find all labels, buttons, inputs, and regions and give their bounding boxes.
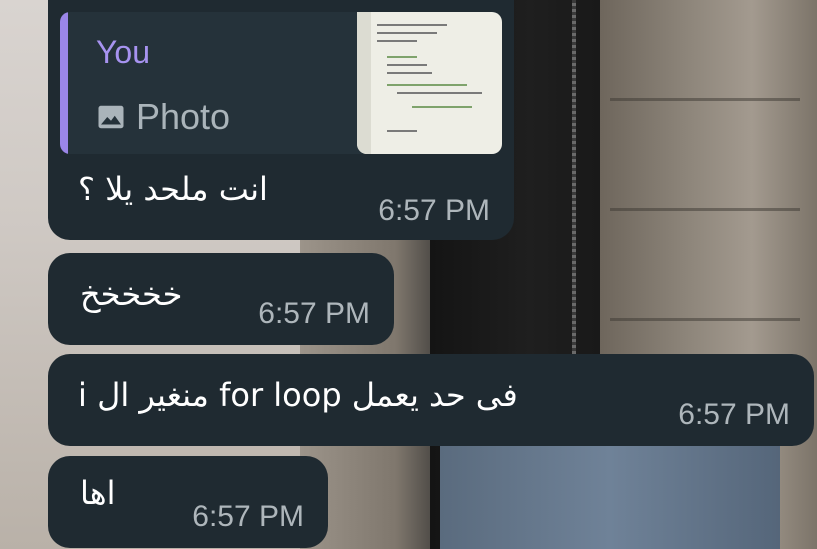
reply-media-type: Photo: [96, 96, 230, 138]
message-text: خخخخخ: [80, 275, 183, 313]
reply-type-label: Photo: [136, 96, 231, 137]
photo-icon: [98, 105, 124, 129]
message-time: 6:57 PM: [678, 398, 790, 431]
message-text: فى حد يعمل for loop منغير ال i: [78, 376, 518, 414]
message-time: 6:57 PM: [378, 194, 490, 227]
reply-quote[interactable]: You Photo: [60, 12, 502, 154]
message-bubble[interactable]: اها 6:57 PM: [48, 456, 328, 548]
message-time: 6:57 PM: [192, 500, 304, 533]
message-time: 6:57 PM: [258, 297, 370, 330]
message-text: انت ملحد يلا ؟: [78, 170, 268, 208]
reply-sender-name: You: [96, 34, 150, 70]
message-text: اها: [80, 474, 116, 512]
message-bubble[interactable]: فى حد يعمل for loop منغير ال i 6:57 PM: [48, 354, 814, 446]
reply-accent-bar: [60, 12, 68, 154]
reply-photo-thumbnail[interactable]: [357, 12, 502, 154]
message-bubble[interactable]: خخخخخ 6:57 PM: [48, 253, 394, 345]
message-bubble[interactable]: You Photo انت ملحد يلا ؟ 6:57 PM: [48, 0, 514, 240]
